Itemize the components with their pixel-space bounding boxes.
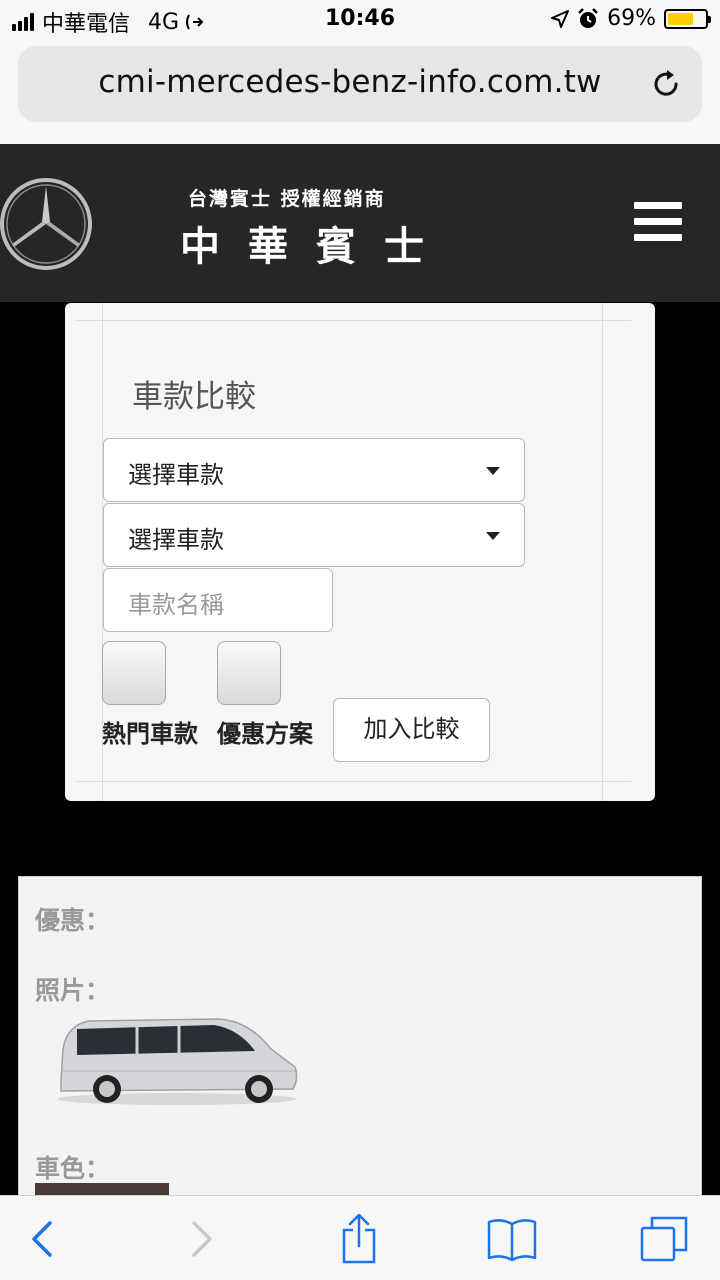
- model-select-1[interactable]: 選擇車款: [103, 438, 525, 502]
- address-bar[interactable]: cmi-mercedes-benz-info.com.tw: [18, 46, 702, 122]
- battery-icon: [664, 8, 711, 29]
- model-name-input[interactable]: 車款名稱: [103, 568, 333, 632]
- browser-url-area: cmi-mercedes-benz-info.com.tw: [0, 40, 720, 144]
- hot-models-label: 熱門車款: [102, 720, 198, 748]
- browser-toolbar: [0, 1195, 720, 1280]
- divider: [75, 320, 631, 321]
- status-bar: 中華電信 4G 10:46 69%: [0, 0, 720, 40]
- promotions-checkbox[interactable]: [217, 641, 281, 705]
- battery-percent: 69%: [607, 6, 656, 31]
- book-icon[interactable]: [484, 1214, 540, 1264]
- divider: [75, 781, 631, 782]
- chevron-left-icon[interactable]: [14, 1214, 70, 1264]
- caret-down-icon: [486, 467, 500, 475]
- compare-title: 車款比較: [132, 379, 256, 415]
- divider: [602, 303, 603, 801]
- add-compare-button[interactable]: 加入比較: [333, 698, 490, 762]
- location-arrow-icon: [551, 9, 570, 28]
- status-right: 69%: [551, 6, 711, 31]
- compare-card: 車款比較 選擇車款 選擇車款 車款名稱 熱門車款 優惠方案 加入比較: [65, 303, 655, 801]
- model-detail-panel: 優惠： 照片： 車色：: [18, 876, 702, 1213]
- site-header: 台灣賓士 授權經銷商 中華賓士: [0, 144, 720, 302]
- url-text[interactable]: cmi-mercedes-benz-info.com.tw: [18, 64, 622, 100]
- alarm-icon: [578, 7, 598, 28]
- hot-models-checkbox[interactable]: [102, 641, 166, 705]
- select-value: 選擇車款: [128, 461, 224, 489]
- dealer-subtitle: 台灣賓士 授權經銷商: [188, 188, 386, 210]
- battery-fill: [668, 12, 693, 25]
- select-value: 選擇車款: [128, 526, 224, 554]
- photo-field-label: 照片：: [35, 976, 111, 1005]
- model-select-2[interactable]: 選擇車款: [103, 503, 525, 567]
- reload-icon[interactable]: [648, 66, 684, 102]
- dealer-name: 中華賓士: [180, 223, 452, 270]
- van-photo[interactable]: [49, 1009, 299, 1109]
- promotions-label: 優惠方案: [217, 720, 313, 748]
- mercedes-star-logo[interactable]: [0, 178, 92, 270]
- caret-down-icon: [486, 532, 500, 540]
- chevron-right-icon[interactable]: [174, 1214, 230, 1264]
- hamburger-icon[interactable]: [634, 202, 682, 242]
- share-icon[interactable]: [331, 1214, 387, 1264]
- tabs-icon[interactable]: [638, 1214, 694, 1264]
- promo-field-label: 優惠：: [35, 906, 111, 935]
- color-field-label: 車色：: [35, 1154, 111, 1183]
